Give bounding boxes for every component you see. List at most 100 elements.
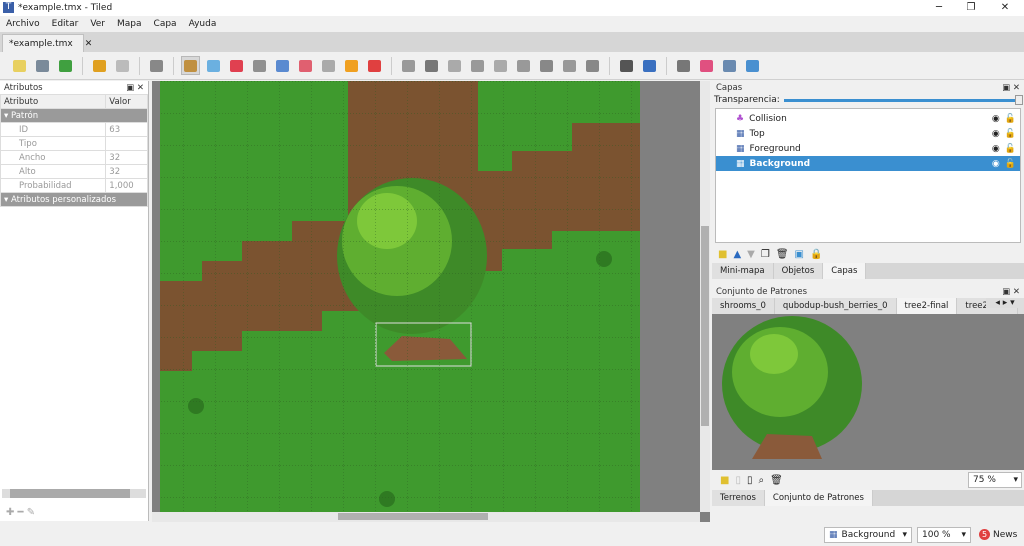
tab-layers[interactable]: Capas — [823, 263, 867, 279]
tab-terrains[interactable]: Terrenos — [712, 490, 765, 506]
layer-top[interactable]: ▦ Top ◉ 🔓 — [716, 126, 1020, 141]
random-mode-icon[interactable] — [617, 56, 636, 75]
flip-h-icon[interactable] — [674, 56, 693, 75]
rotate-right-icon[interactable] — [743, 56, 762, 75]
duplicate-layer-icon[interactable]: ❐ — [761, 249, 770, 260]
current-layer-select[interactable]: ▦ Background ▾ — [824, 527, 912, 543]
insert-ellipse-icon[interactable] — [491, 56, 510, 75]
properties-panel: Atributos ▣ ✕ Atributo Valor ▾ Patrón ID 63… — [0, 81, 149, 521]
lower-layer-icon[interactable]: ▼ — [747, 249, 755, 260]
wang-fill-icon[interactable] — [640, 56, 659, 75]
map-canvas[interactable] — [152, 81, 710, 512]
table-row: Tipo — [0, 136, 148, 151]
document-tab[interactable]: *example.tmx ✕ — [2, 34, 92, 52]
bucket-fill-icon[interactable] — [250, 56, 269, 75]
properties-hscroll[interactable] — [2, 489, 146, 498]
delete-layer-icon[interactable]: 🗑 — [776, 249, 789, 260]
new-tileset-icon[interactable]: ■ — [720, 475, 729, 486]
eye-icon[interactable]: ◉ — [992, 129, 1000, 139]
flip-v-icon[interactable] — [697, 56, 716, 75]
redo-icon[interactable] — [113, 56, 132, 75]
menu-ayuda[interactable]: Ayuda — [189, 19, 217, 29]
eye-icon[interactable]: ◉ — [992, 144, 1000, 154]
opacity-slider[interactable] — [783, 94, 1023, 105]
open-icon[interactable] — [33, 56, 52, 75]
insert-point-icon[interactable] — [468, 56, 487, 75]
menu-editar[interactable]: Editar — [52, 19, 79, 29]
menu-mapa[interactable]: Mapa — [117, 19, 142, 29]
new-map-icon[interactable] — [10, 56, 29, 75]
lock-icon[interactable]: 🔓 — [1005, 129, 1016, 139]
layer-props-icon[interactable]: ▣ — [795, 249, 804, 260]
tileset-zoom-select[interactable]: 75 % ▾ — [968, 472, 1022, 488]
news-button[interactable]: 5 News — [979, 529, 1017, 540]
lock-all-icon[interactable]: 🔒 — [810, 249, 822, 260]
tab-minimap[interactable]: Mini-mapa — [712, 263, 774, 279]
stamp-brush-icon[interactable] — [181, 56, 200, 75]
commands-icon[interactable] — [147, 56, 166, 75]
remove-tileset-icon[interactable]: 🗑 — [770, 475, 783, 486]
tile-layer-icon: ▦ — [829, 530, 838, 540]
bottom-dock-tabs: Terrenos Conjunto de Patrones — [712, 490, 1024, 506]
close-tab-icon[interactable]: ✕ — [85, 39, 93, 49]
float-close-icons[interactable]: ▣ ✕ — [1002, 83, 1020, 93]
lock-icon[interactable]: 🔓 — [1005, 144, 1016, 154]
magic-wand-icon[interactable] — [342, 56, 361, 75]
maximize-button[interactable]: ❐ — [956, 0, 986, 16]
menu-archivo[interactable]: Archivo — [6, 19, 40, 29]
insert-template-icon[interactable] — [560, 56, 579, 75]
menu-capa[interactable]: Capa — [154, 19, 177, 29]
add-remove-edit-icons[interactable]: ✚ ━ ✎ — [6, 507, 35, 518]
tab-objects[interactable]: Objetos — [773, 263, 824, 279]
title-bar: T *example.tmx - Tiled ─ ❐ ✕ — [0, 0, 1024, 16]
minimize-button[interactable]: ─ — [924, 0, 954, 16]
menu-ver[interactable]: Ver — [90, 19, 105, 29]
layer-background[interactable]: ▦ Background ◉ 🔓 — [716, 156, 1020, 171]
lock-icon[interactable]: 🔓 — [1005, 159, 1016, 169]
horizontal-scrollbar[interactable] — [152, 512, 700, 522]
close-button[interactable]: ✕ — [990, 0, 1020, 16]
insert-polygon-icon[interactable] — [514, 56, 533, 75]
layer-collision[interactable]: ♣ Collision ◉ 🔓 — [716, 111, 1020, 126]
select-same-icon[interactable] — [365, 56, 384, 75]
edit-polygons-icon[interactable] — [422, 56, 441, 75]
lock-icon[interactable]: 🔓 — [1005, 114, 1016, 124]
float-close-icons[interactable]: ▣ ✕ — [126, 83, 144, 93]
zoom-select[interactable]: 100 % ▾ — [917, 527, 971, 543]
group-pattern[interactable]: ▾ Patrón — [0, 108, 148, 123]
tileset-tab-active[interactable]: tree2-final — [896, 298, 958, 314]
tileset-tab[interactable]: shrooms_0 — [712, 298, 775, 314]
insert-rectangle-icon[interactable] — [445, 56, 464, 75]
layers-title: Capas — [716, 82, 743, 93]
group-custom[interactable]: ▾ Atributos personalizados — [0, 192, 148, 207]
shape-fill-icon[interactable] — [273, 56, 292, 75]
vertical-scrollbar[interactable] — [700, 81, 710, 512]
tileset-props-icon[interactable]: ⌕ — [758, 475, 764, 486]
float-close-icons[interactable]: ▣ ✕ — [1002, 287, 1020, 297]
embed-tileset-icon[interactable]: ▯ — [735, 475, 741, 486]
wang-brush-icon[interactable] — [227, 56, 246, 75]
properties-title: Atributos — [4, 82, 43, 93]
raise-layer-icon[interactable]: ▲ — [733, 249, 741, 260]
undo-icon[interactable] — [90, 56, 109, 75]
insert-tile-icon[interactable] — [537, 56, 556, 75]
tileset-tab[interactable]: qubodup-bush_berries_0 — [774, 298, 897, 314]
select-objects-icon[interactable] — [399, 56, 418, 75]
rect-select-icon[interactable] — [319, 56, 338, 75]
map-viewport[interactable] — [152, 81, 710, 522]
toolbar-separator — [609, 56, 610, 75]
insert-text-icon[interactable] — [583, 56, 602, 75]
new-layer-icon[interactable]: ■ — [718, 249, 727, 260]
tab-scroll-arrows[interactable]: ◂ ▸ ▾ — [986, 298, 1024, 308]
eye-icon[interactable]: ◉ — [992, 159, 1000, 169]
rotate-left-icon[interactable] — [720, 56, 739, 75]
eraser-icon[interactable] — [296, 56, 315, 75]
tab-tilesets[interactable]: Conjunto de Patrones — [764, 490, 873, 506]
layer-actions: ■ ▲ ▼ ❐ 🗑 ▣ 🔒 — [712, 245, 1024, 263]
eye-icon[interactable]: ◉ — [992, 114, 1000, 124]
tileset-view[interactable] — [712, 314, 1024, 470]
terrain-brush-icon[interactable] — [204, 56, 223, 75]
save-icon[interactable] — [56, 56, 75, 75]
layer-foreground[interactable]: ▦ Foreground ◉ 🔓 — [716, 141, 1020, 156]
export-tileset-icon[interactable]: ▯ — [747, 475, 753, 486]
